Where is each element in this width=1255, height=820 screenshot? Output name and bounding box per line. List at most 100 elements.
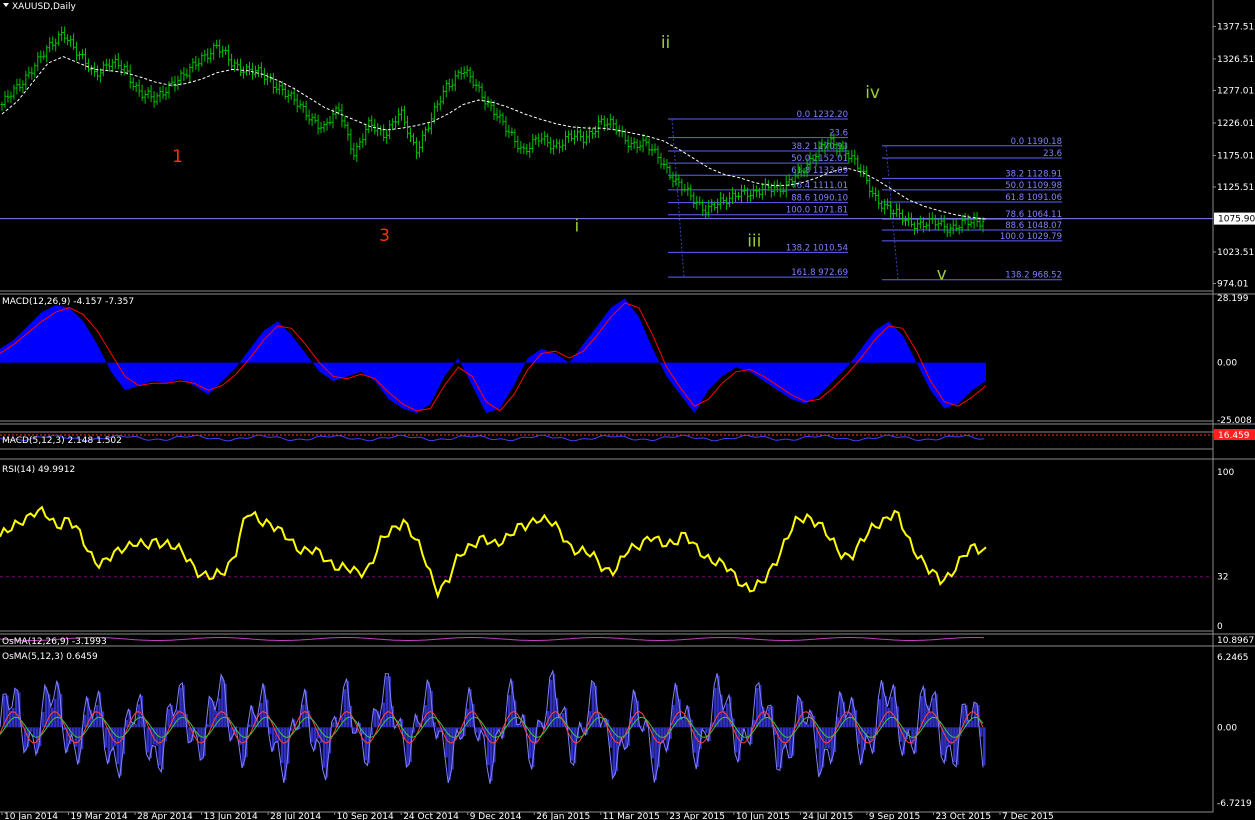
fibo-level-label: 100.0 1071.81 [786,206,848,216]
fibo-level-label: 76.4 1111.01 [791,181,848,191]
osma-bar [516,724,520,728]
osma-bar [343,689,347,728]
wave-label: iv [865,83,880,103]
osma-bar [116,727,120,765]
osma-bar [41,711,45,728]
rsi-axis-label: 32 [1217,573,1228,583]
osma-bar [980,727,983,737]
price-axis-label: 974.01 [1217,280,1249,290]
osma-bar [125,719,129,728]
time-axis-label: 24 Oct 2014 [403,812,459,820]
price-axis: 1377.51 1326.51 1277.01 1226.01 1175.01 1125.… [1213,22,1254,290]
price-axis-label: 1277.01 [1217,86,1254,96]
osma-bar [929,712,932,728]
time-axis-label: 28 Jul 2014 [270,812,321,820]
time-axis-label: 24 Jul 2015 [802,812,853,820]
fibo-level-label: 138.2 968.52 [1005,271,1062,281]
wave-label: i [574,216,579,236]
osma-bar [953,727,956,763]
time-axis-label: 23 Oct 2015 [935,812,991,820]
wave-label: ii [661,33,670,53]
window-title: XAUUSD,Daily [12,2,76,12]
osma-bar [95,704,99,728]
osma-bar [104,727,108,748]
rsi-axis-label: 0 [1217,622,1223,632]
osma-bar [735,727,738,753]
price-axis-label: 1326.51 [1217,55,1254,65]
time-axis-label: 13 Jun 2014 [204,812,258,820]
osma-bar [209,698,212,728]
osma-bar [167,709,170,728]
chart-background [0,0,1255,820]
osma-bar [971,720,974,728]
osma-bar [612,727,616,776]
fibo-level-label: 50.0 1109.98 [1005,181,1062,191]
osma-bar [705,727,708,733]
osma-bar [146,727,149,753]
fibo-level-label: 61.8 1091.06 [1005,193,1062,203]
macd-axis-label: 0.00 [1217,359,1237,369]
time-axis-label: 19 Mar 2014 [71,812,128,820]
osma-axis-label: 0.00 [1217,723,1237,733]
osma-bar [788,727,792,757]
wave-label: iii [747,232,761,252]
osma-bar [158,727,161,766]
chart-window[interactable]: XAUUSD,Daily 0.0 1232.2023.638.2 1170.93… [0,0,1255,820]
fibo-level-label: 100.0 1029.79 [1000,232,1062,242]
osma-axis-label: -6.7219 [1217,799,1252,809]
wave-label: v [937,265,947,285]
osma-bar [869,727,873,742]
time-axis-label: 23 Apr 2015 [669,812,725,820]
osma-bar [32,727,36,737]
osma-bar [301,704,305,728]
macd-title: MACD(12,26,9) -4.157 -7.357 [2,297,134,307]
fibo-level-label: 23.6 [1043,149,1062,159]
current-price-label: 1075.90 [1218,215,1255,225]
time-axis-label: 7 Dec 2015 [1002,812,1054,820]
fibo-level-label: 0.0 1190.18 [1011,137,1062,147]
osma-bar [947,727,950,746]
fibo-level-label: 161.8 972.69 [791,268,848,278]
osma-bar [310,727,314,743]
osma-bar [908,727,911,731]
osma-bar [322,727,326,768]
macd-axis-label: 28.199 [1217,294,1249,304]
osma-bar [188,727,191,743]
osma-bar [974,703,977,728]
osma-bar [406,727,409,766]
fibo-level-label: 38.2 1128.91 [1005,169,1062,179]
osma-bar [806,724,810,728]
time-axis-label: 9 Sep 2015 [869,812,920,820]
time-axis-label: 10 Jan 2014 [4,812,58,820]
osma-slow-axis-label: 10.8967 [1217,636,1254,646]
osma-bar [558,717,562,728]
time-axis-label: 9 Dec 2014 [470,812,522,820]
osma-bar [53,698,57,728]
wave-label: 3 [379,226,390,246]
macd-fast-title: MACD(5,12,3) 2.148 1.502 [2,436,122,446]
rsi-title: RSI(14) 49.9912 [2,465,75,475]
osma-bar [29,727,33,732]
time-axis-label: 10 Jun 2015 [736,812,790,820]
osma-bar [827,727,831,749]
osma-bar [983,727,986,766]
osma-bar [549,679,553,728]
osma-bar [660,727,663,744]
time-axis-label: 11 Mar 2015 [603,812,660,820]
osma-bar [280,727,284,764]
price-axis-label: 1377.51 [1217,22,1254,32]
osma-bar [672,704,675,728]
fibo-level-label: 0.0 1232.20 [797,110,848,120]
osma-bar [14,690,18,728]
fibo-level-label: 88.6 1090.10 [791,194,848,204]
osma-bar [743,727,747,729]
osma-bar [797,697,801,728]
osma-bar [83,714,87,728]
osma-bar [113,727,117,747]
osma-bar [681,719,684,728]
osma-bar [259,702,263,728]
time-axis-label: 26 Jan 2015 [536,812,590,820]
macd-fast-marker-label: 16.459 [1218,431,1250,441]
price-axis-label: 1125.51 [1217,183,1254,193]
osma-bar [457,727,460,730]
